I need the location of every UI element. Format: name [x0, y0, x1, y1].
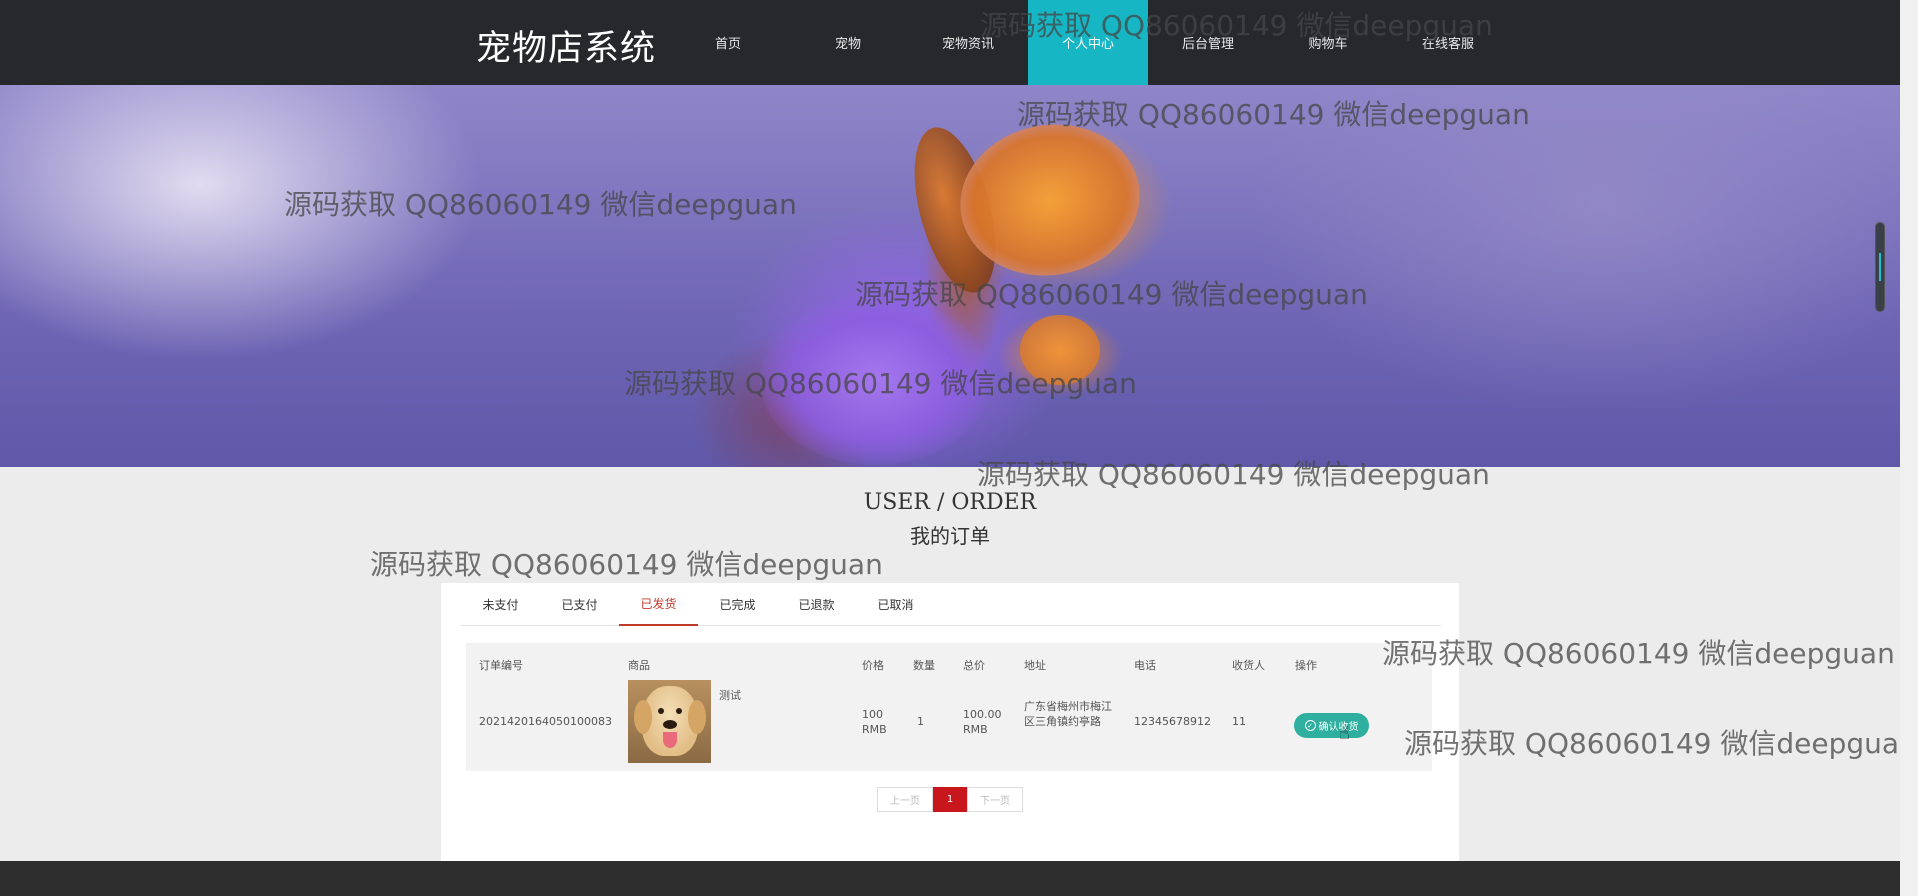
tab-refunded[interactable]: 已退款: [777, 583, 856, 626]
watermark: 源码获取 QQ86060149 微信deepguan: [370, 548, 883, 581]
page-1-button[interactable]: 1: [933, 787, 967, 812]
col-phone: 电话: [1134, 659, 1156, 672]
cell-receiver: 11: [1232, 715, 1246, 728]
cell-goods-name[interactable]: 测试: [719, 687, 741, 703]
section-title-zh: 我的订单: [910, 524, 990, 548]
nav-online-service[interactable]: 在线客服: [1388, 0, 1508, 85]
goods-thumbnail[interactable]: [628, 680, 711, 763]
order-status-tabs: 未支付 已支付 已发货 已完成 已退款 已取消: [461, 583, 1441, 626]
flower-bloom: [760, 295, 990, 465]
order-table: 订单编号 商品 价格 数量 总价 地址 电话 收货人 操作 2021420164…: [466, 643, 1432, 771]
cell-address: 广东省梅州市梅江区三角镇约亭路: [1024, 700, 1112, 728]
col-address: 地址: [1024, 659, 1046, 672]
section-title-en: USER / ORDER: [863, 490, 1037, 515]
nav-pets[interactable]: 宠物: [788, 0, 908, 85]
page-footer: [0, 861, 1900, 896]
page-scrollbar[interactable]: [1900, 0, 1918, 896]
nav-admin[interactable]: 后台管理: [1148, 0, 1268, 85]
dog-picture: [634, 686, 706, 756]
hand-cursor-icon: ☝: [1339, 723, 1350, 744]
col-price: 价格: [862, 659, 884, 672]
hero-banner: [0, 85, 1900, 467]
cell-order-no: 2021420164050100083: [479, 715, 612, 728]
top-header: 宠物店系统 首页 宠物 宠物资讯 个人中心 后台管理 购物车 在线客服: [0, 0, 1900, 85]
tab-unpaid[interactable]: 未支付: [461, 583, 540, 626]
check-circle-icon: ✓: [1304, 720, 1316, 731]
dog-nose: [663, 720, 677, 729]
watermark: 源码获取 QQ86060149 微信deepguan: [1404, 727, 1900, 760]
nav-cart[interactable]: 购物车: [1268, 0, 1388, 85]
watermark: 源码获取 QQ86060149 微信deepguan: [1382, 637, 1895, 670]
nav-pet-news[interactable]: 宠物资讯: [908, 0, 1028, 85]
dog-ear-right: [688, 700, 706, 734]
tab-paid[interactable]: 已支付: [540, 583, 619, 626]
next-page-button[interactable]: 下一页: [967, 787, 1023, 812]
site-logo[interactable]: 宠物店系统: [476, 20, 656, 71]
cell-total: 100.00 RMB: [963, 708, 1002, 736]
butterfly-wing-lower: [1020, 315, 1100, 385]
tab-completed[interactable]: 已完成: [698, 583, 777, 626]
dog-ear-left: [634, 700, 652, 734]
dog-eye-left: [658, 708, 664, 714]
col-quantity: 数量: [913, 659, 935, 672]
tab-cancelled[interactable]: 已取消: [856, 583, 935, 626]
col-receiver: 收货人: [1232, 659, 1265, 672]
col-total: 总价: [963, 659, 985, 672]
cell-quantity: 1: [917, 715, 924, 728]
nav-user-center[interactable]: 个人中心: [1028, 0, 1148, 85]
col-action: 操作: [1295, 659, 1317, 672]
col-goods: 商品: [628, 659, 650, 672]
pagination: 上一页 1 下一页: [877, 787, 1023, 812]
dog-tongue: [663, 732, 677, 748]
dog-eye-right: [676, 708, 682, 714]
cell-price: 100 RMB: [862, 708, 887, 736]
prev-page-button[interactable]: 上一页: [877, 787, 933, 812]
main-nav: 首页 宠物 宠物资讯 个人中心 后台管理 购物车 在线客服: [668, 0, 1508, 85]
nav-home[interactable]: 首页: [668, 0, 788, 85]
cell-phone: 12345678912: [1134, 715, 1211, 728]
scroll-widget-indicator: [1879, 253, 1881, 281]
order-card: 未支付 已支付 已发货 已完成 已退款 已取消 订单编号 商品 价格 数量 总价…: [441, 583, 1459, 861]
confirm-receipt-button[interactable]: ✓ 确认收货: [1294, 713, 1369, 738]
tab-shipped[interactable]: 已发货: [619, 583, 698, 626]
col-order-no: 订单编号: [479, 659, 523, 672]
side-scroll-widget[interactable]: [1875, 222, 1885, 312]
